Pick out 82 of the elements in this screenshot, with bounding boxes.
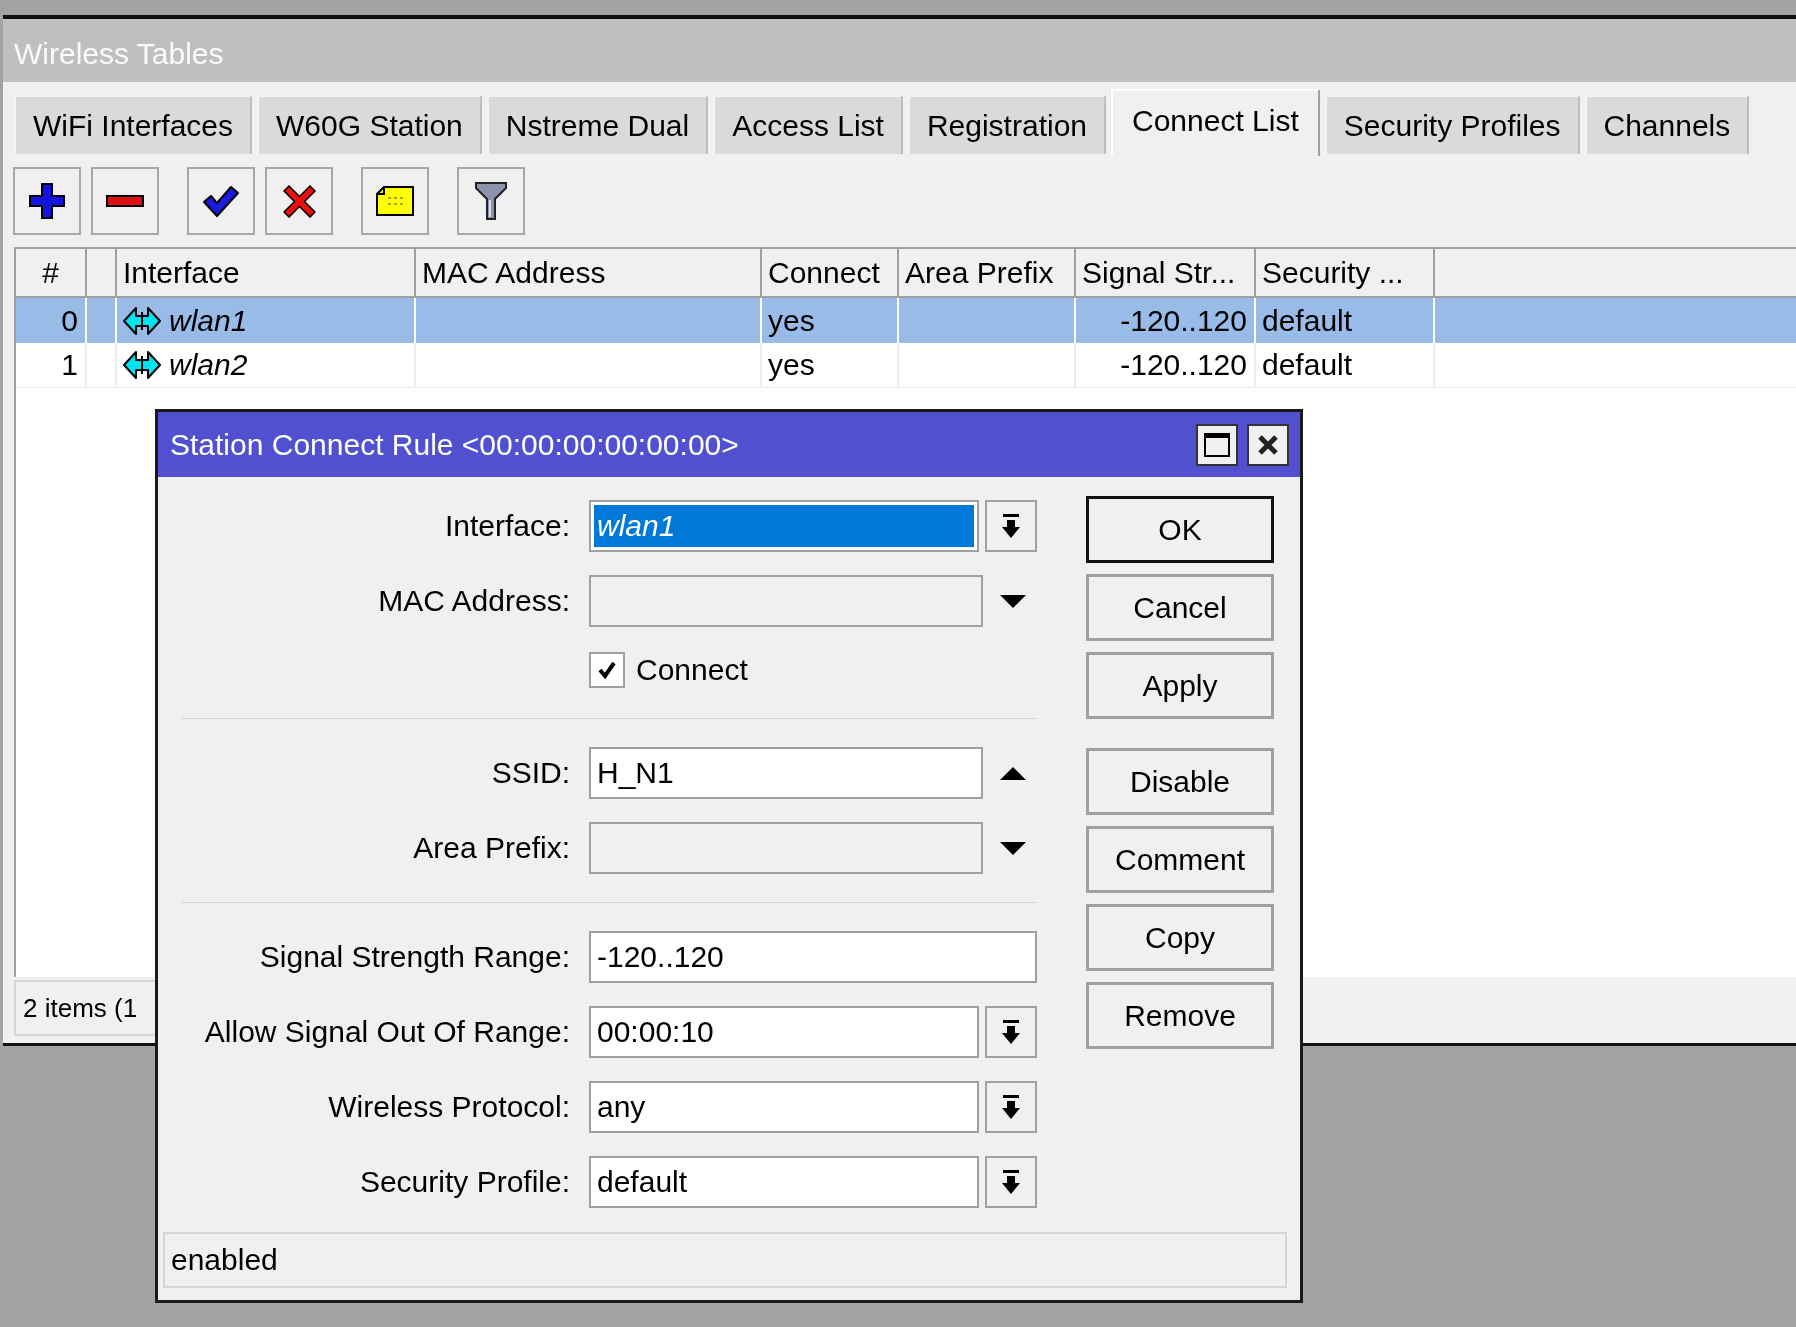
input-field[interactable]: H_N1 xyxy=(589,747,983,799)
field-label: MAC Address: xyxy=(378,586,570,616)
table-row[interactable]: 1 wlan2 yes -120..120 default xyxy=(16,343,1796,388)
down-triangle-icon[interactable] xyxy=(1000,841,1026,855)
maximize-button[interactable] xyxy=(1196,423,1238,466)
dropdown-field[interactable]: default xyxy=(589,1156,979,1208)
column-header[interactable]: Signal Str... xyxy=(1076,249,1256,296)
dropdown-field[interactable]: 00:00:10 xyxy=(589,1006,979,1058)
dropdown-field[interactable]: any xyxy=(589,1081,979,1133)
filter-button[interactable] xyxy=(457,167,525,235)
column-header[interactable]: Area Prefix xyxy=(899,249,1076,296)
dropdown-button[interactable] xyxy=(985,500,1037,552)
column-header[interactable]: Interface xyxy=(117,249,416,296)
field-label: Area Prefix: xyxy=(413,833,570,863)
dropdown-field[interactable]: wlan1 xyxy=(589,500,979,552)
bar-down-arrow-icon xyxy=(1002,1170,1020,1194)
square-icon xyxy=(1204,432,1230,457)
close-button[interactable] xyxy=(1247,423,1289,466)
dialog-button[interactable]: Cancel xyxy=(1086,574,1274,641)
tab[interactable]: Channels xyxy=(1584,95,1750,154)
dialog-button[interactable]: Copy xyxy=(1086,904,1274,971)
table-cell: -120..120 xyxy=(1076,343,1256,387)
column-header[interactable]: # xyxy=(16,249,87,296)
dialog-button[interactable]: OK xyxy=(1086,496,1274,563)
column-header[interactable]: MAC Address xyxy=(416,249,762,296)
double-arrow-icon xyxy=(123,305,161,336)
table-cell: wlan2 xyxy=(169,350,248,380)
tab[interactable]: Access List xyxy=(713,95,903,154)
field-label: SSID: xyxy=(491,758,570,788)
status-text: enabled xyxy=(171,1245,278,1275)
tab[interactable]: Connect List xyxy=(1111,89,1320,156)
add-button[interactable] xyxy=(13,167,81,235)
double-arrow-icon xyxy=(123,350,161,380)
tab[interactable]: W60G Station xyxy=(257,95,482,154)
close-icon xyxy=(1257,434,1279,455)
comment-button[interactable] xyxy=(361,167,429,235)
checkbox-label: Connect xyxy=(636,655,748,685)
disable-button[interactable] xyxy=(265,167,333,235)
table-row[interactable]: 0 wlan1 yes -120..120 default xyxy=(16,298,1796,343)
dropdown-button[interactable] xyxy=(985,1081,1037,1133)
field-label: Signal Strength Range: xyxy=(259,942,570,972)
note-icon xyxy=(376,186,414,216)
dialog-button[interactable]: Comment xyxy=(1086,826,1274,893)
table-cell: 1 xyxy=(16,343,87,387)
dialog-button[interactable]: Remove xyxy=(1086,982,1274,1049)
remove-button[interactable] xyxy=(91,167,159,235)
window-title: Wireless Tables xyxy=(14,38,224,69)
field-label: Allow Signal Out Of Range: xyxy=(204,1017,570,1047)
filter-icon xyxy=(475,182,507,220)
dialog-button[interactable]: Disable xyxy=(1086,748,1274,815)
tab[interactable]: Nstreme Dual xyxy=(486,95,709,154)
field-label: Interface: xyxy=(444,511,570,541)
input-field[interactable] xyxy=(589,575,983,627)
field-label: Security Profile: xyxy=(359,1167,570,1197)
bar-down-arrow-icon xyxy=(1002,1095,1020,1119)
table-cell: default xyxy=(1256,343,1435,387)
cross-icon xyxy=(282,184,316,218)
input-field[interactable] xyxy=(589,822,983,874)
plus-icon xyxy=(29,183,65,219)
check-icon xyxy=(597,660,617,680)
down-triangle-icon[interactable] xyxy=(1000,594,1026,608)
dialog-title: Station Connect Rule <00:00:00:00:00:00> xyxy=(170,429,739,460)
tab[interactable]: WiFi Interfaces xyxy=(14,95,253,154)
status-text: 2 items (1 xyxy=(23,995,138,1021)
tab[interactable]: Security Profiles xyxy=(1324,95,1580,154)
column-header[interactable]: Security ... xyxy=(1256,249,1435,296)
column-header[interactable]: Connect xyxy=(762,249,899,296)
bar-down-arrow-icon xyxy=(1002,514,1020,538)
dropdown-button[interactable] xyxy=(985,1156,1037,1208)
enable-button[interactable] xyxy=(187,167,255,235)
table-cell: wlan1 xyxy=(169,305,248,336)
checkbox[interactable] xyxy=(589,652,625,688)
check-icon xyxy=(203,185,239,217)
field-label: Wireless Protocol: xyxy=(328,1092,570,1122)
tab[interactable]: Registration xyxy=(907,95,1106,154)
dropdown-button[interactable] xyxy=(985,1006,1037,1058)
minus-icon xyxy=(106,195,144,207)
dialog-button[interactable]: Apply xyxy=(1086,652,1274,719)
input-field[interactable]: -120..120 xyxy=(589,931,1037,983)
table-cell: yes xyxy=(762,343,899,387)
bar-down-arrow-icon xyxy=(1002,1020,1020,1044)
up-triangle-icon[interactable] xyxy=(1000,766,1026,780)
